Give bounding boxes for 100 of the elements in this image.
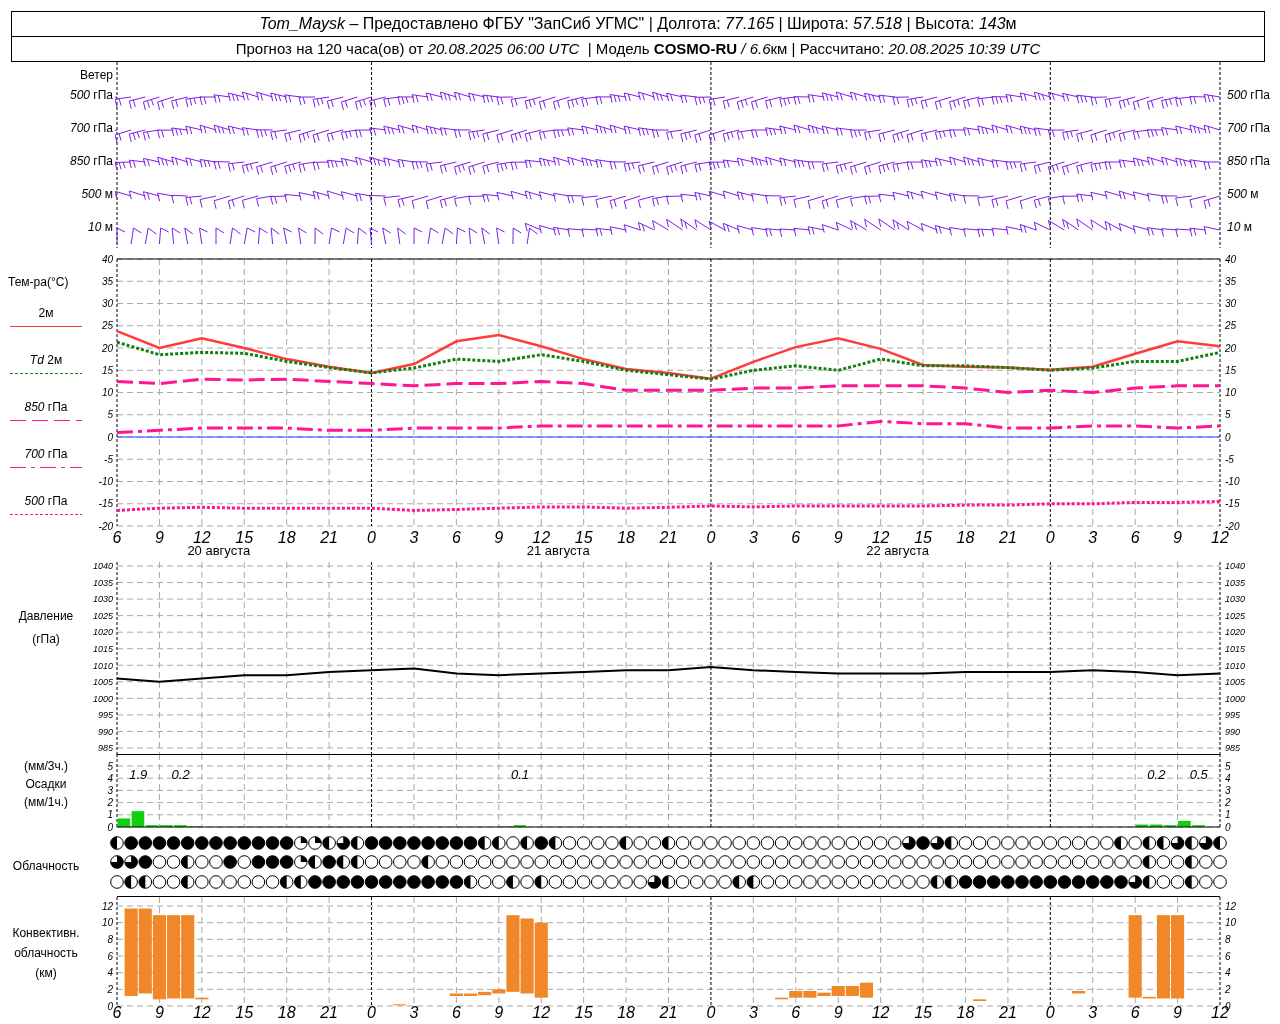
axis-tick-label: 6: [451, 1004, 461, 1020]
axis-tick-label: 1010: [92, 660, 113, 671]
axis-tick-label: 12: [192, 529, 211, 546]
axis-tick-label: 15: [235, 1004, 254, 1020]
axis-tick-label: 8: [107, 933, 113, 945]
axis-tick-label: -15: [1225, 498, 1240, 510]
axis-tick-label: 15: [1225, 364, 1237, 376]
axis-tick-label: 6: [451, 529, 461, 546]
axis-tick-label: 995: [97, 710, 113, 721]
axis-tick-label: -20: [1225, 520, 1240, 532]
axis-tick-label: 30: [1225, 298, 1237, 310]
axis-tick-label: 1000: [1225, 693, 1246, 704]
axis-tick-label: 1040: [1225, 561, 1246, 572]
axis-tick-label: 21: [320, 529, 338, 546]
axis-tick-label: 4: [107, 967, 113, 979]
axis-tick-label: 0: [1225, 431, 1231, 443]
axis-tick-label: 6: [791, 529, 801, 546]
axis-tick-label: 1035: [92, 577, 113, 588]
axis-tick-label: 15: [574, 1004, 593, 1020]
axis-tick-label: 0: [107, 1000, 113, 1012]
panel-title: (км): [35, 965, 57, 982]
axis-tick-label: 15: [574, 529, 593, 546]
axis-tick-label: 995: [1225, 710, 1241, 721]
axis-tick-label: 9: [833, 1004, 843, 1020]
wind-level-label: 500 гПа: [1227, 87, 1271, 104]
axis-tick-label: 0: [367, 1004, 376, 1020]
legend-label: Td 2м: [29, 352, 63, 369]
axis-tick-label: 1020: [1225, 627, 1246, 638]
axis-tick-label: 12: [532, 1004, 551, 1020]
axis-tick-label: 0: [107, 821, 113, 833]
legend-label: 700 гПа: [24, 446, 68, 463]
axis-tick-label: 12: [192, 1004, 211, 1020]
axis-tick-label: 15: [235, 529, 254, 546]
axis-tick-label: 1005: [92, 677, 113, 688]
wind-level-label: 10 м: [1227, 219, 1252, 236]
axis-tick-label: 35: [101, 275, 113, 287]
axis-tick-label: 4: [1225, 772, 1231, 784]
axis-tick-label: 1035: [1225, 577, 1246, 588]
axis-tick-label: 21: [999, 1004, 1017, 1020]
axis-tick-label: 1: [107, 809, 113, 821]
axis-tick-label: 3: [409, 1004, 419, 1020]
axis-tick-label: 18: [956, 1004, 975, 1020]
panel-title: (гПа): [32, 631, 60, 648]
axis-tick-label: 990: [97, 726, 113, 737]
axis-tick-label: 10: [101, 917, 113, 929]
axis-tick-label: 12: [532, 529, 551, 546]
axis-tick-label: 1030: [92, 594, 113, 605]
axis-tick-label: 0: [1045, 1004, 1055, 1020]
axis-tick-label: 10: [1225, 387, 1237, 399]
axis-tick-label: 6: [1130, 1004, 1140, 1020]
panel-title: Осадки: [25, 776, 67, 793]
wind-level-label: 850 гПа: [1227, 153, 1271, 170]
axis-tick-label: 18: [617, 1004, 635, 1020]
axis-tick-label: 3: [1088, 1004, 1098, 1020]
axis-tick-label: 2: [107, 983, 113, 995]
axis-tick-label: 1030: [1225, 594, 1246, 605]
wind-level-label: 700 гПа: [1227, 120, 1271, 137]
axis-tick-label: 0: [367, 529, 376, 546]
axis-tick-label: 18: [277, 1004, 296, 1020]
axis-tick-label: 9: [833, 529, 843, 546]
axis-tick-label: 21: [320, 1004, 338, 1020]
panel-title: Давление: [18, 608, 74, 625]
axis-tick-label: 985: [97, 743, 113, 754]
axis-tick-label: 25: [101, 320, 113, 332]
axis-tick-label: 12: [871, 1004, 890, 1020]
precipitation-total-label: 0.2: [1147, 767, 1166, 782]
axis-tick-label: 0: [706, 529, 716, 546]
axis-tick-label: 6: [107, 950, 113, 962]
axis-tick-label: 0: [1045, 529, 1055, 546]
axis-tick-label: 1040: [92, 561, 113, 572]
axis-tick-label: 12: [1211, 529, 1229, 546]
axis-tick-label: 20: [1225, 342, 1237, 354]
axis-tick-label: 0: [1225, 821, 1231, 833]
axis-tick-label: 3: [1225, 785, 1231, 796]
axis-tick-label: 15: [101, 364, 113, 376]
axis-tick-label: 5: [107, 409, 113, 421]
axis-tick-label: 3: [409, 529, 419, 546]
panel-title: (мм/1ч.): [23, 794, 69, 811]
axis-tick-label: 0: [107, 431, 113, 443]
axis-tick-label: 9: [1173, 529, 1183, 546]
axis-tick-label: 5: [1225, 409, 1231, 421]
axis-tick-label: 0: [706, 1004, 716, 1020]
axis-tick-label: 2: [1225, 797, 1231, 809]
axis-tick-label: -5: [104, 453, 113, 465]
axis-tick-label: 12: [101, 900, 113, 912]
axis-tick-label: 3: [1088, 529, 1098, 546]
axis-tick-label: 35: [1225, 275, 1237, 287]
axis-tick-label: 12: [871, 529, 890, 546]
axis-tick-label: 9: [1173, 1004, 1183, 1020]
axis-tick-label: 10: [1225, 917, 1237, 929]
wind-level-label: 500 гПа: [69, 87, 113, 104]
axis-tick-label: 2: [107, 797, 113, 809]
axis-tick-label: 6: [112, 1004, 122, 1020]
axis-tick-label: 3: [748, 1004, 758, 1020]
axis-tick-label: 18: [617, 529, 635, 546]
precipitation-total-label: 0.1: [511, 767, 530, 782]
axis-tick-label: 1005: [1225, 677, 1246, 688]
axis-tick-label: 40: [1225, 254, 1237, 265]
wind-level-label: 500 м: [1227, 186, 1259, 203]
axis-tick-label: 1015: [1225, 643, 1246, 654]
